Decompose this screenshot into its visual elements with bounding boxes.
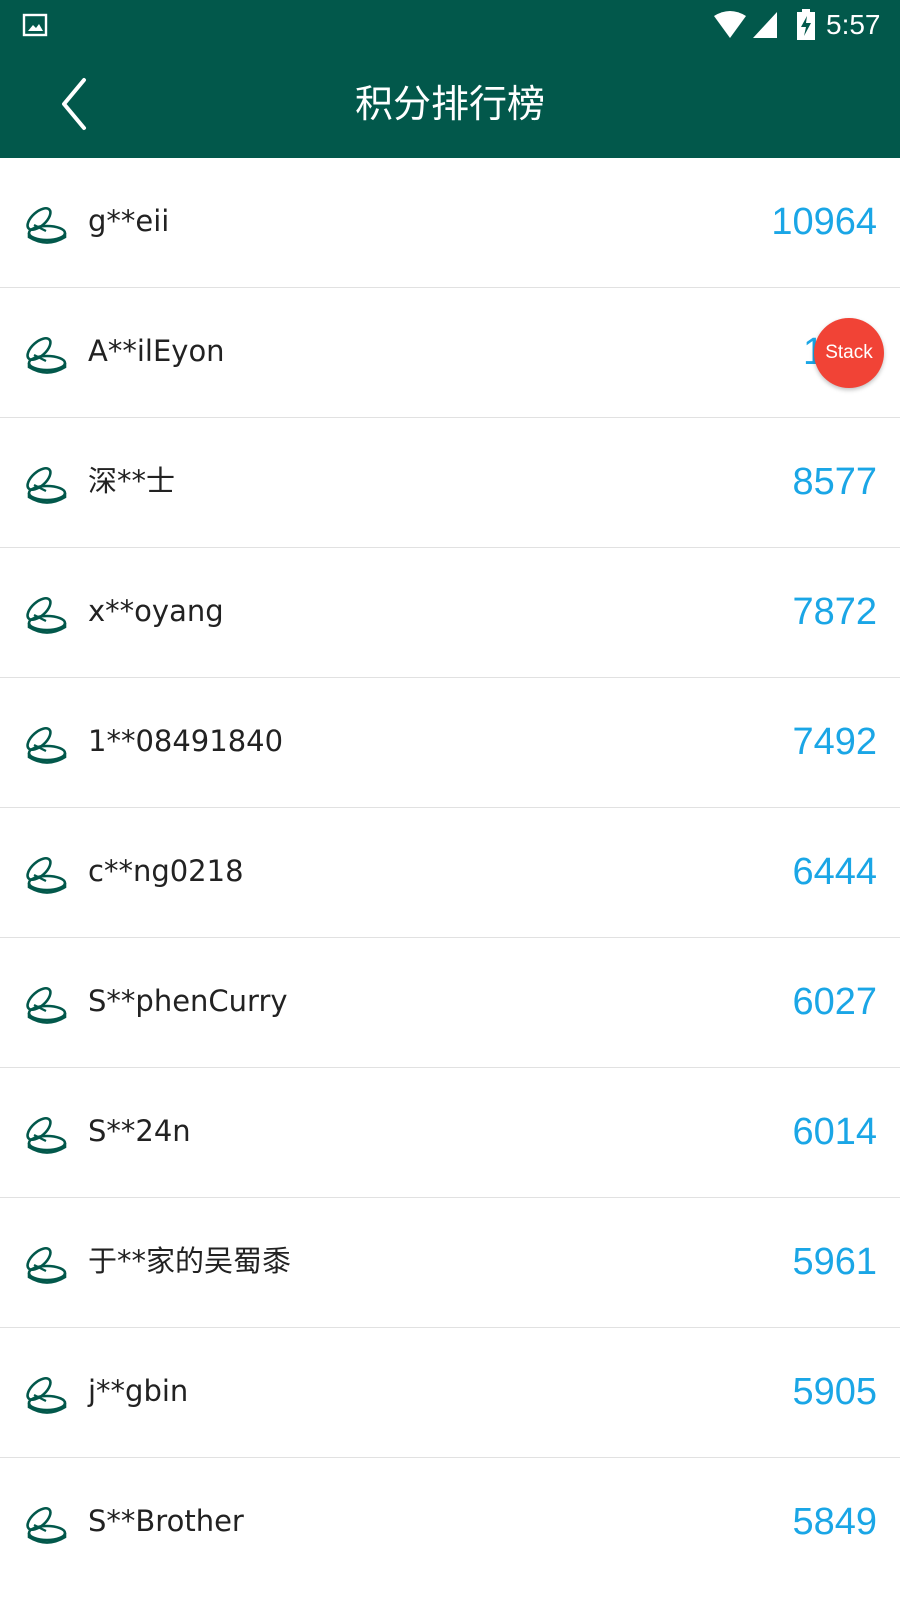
ranking-row[interactable]: 1**08491840 7492: [0, 678, 900, 808]
score-value: 8577: [792, 461, 877, 503]
ranking-row[interactable]: S**phenCurry 6027: [0, 938, 900, 1068]
score-value: 5905: [792, 1371, 877, 1413]
coins-icon: [20, 1374, 68, 1414]
coins-icon: [20, 984, 68, 1024]
coins-icon: [20, 204, 68, 244]
user-name: S**Brother: [88, 1504, 244, 1538]
user-name: 1**08491840: [88, 724, 284, 758]
user-name: x**oyang: [88, 594, 224, 628]
ranking-row[interactable]: S**Brother 5849: [0, 1458, 900, 1588]
coins-icon: [20, 854, 68, 894]
status-time: 5:57: [826, 9, 881, 40]
user-name: 于**家的吴蜀黍: [88, 1244, 292, 1278]
coins-icon: [20, 1504, 68, 1544]
ranking-row[interactable]: 于**家的吴蜀黍 5961: [0, 1198, 900, 1328]
user-name: A**ilEyon: [88, 334, 225, 368]
user-name: S**phenCurry: [88, 984, 288, 1018]
coins-icon: [20, 334, 68, 374]
user-name: g**eii: [88, 204, 170, 238]
coins-icon: [20, 1114, 68, 1154]
signal-icon: [753, 12, 777, 38]
ranking-row[interactable]: S**24n 6014: [0, 1068, 900, 1198]
ranking-row[interactable]: j**gbin 5905: [0, 1328, 900, 1458]
page-title: 积分排行榜: [354, 82, 545, 126]
user-name: c**ng0218: [88, 854, 244, 888]
coins-icon: [20, 1244, 68, 1284]
wifi-icon: [714, 11, 746, 38]
gallery-icon: [22, 13, 48, 37]
score-value: 5849: [792, 1501, 877, 1543]
score-value: 7492: [792, 721, 877, 763]
ranking-row[interactable]: A**ilEyon1 5: [0, 288, 900, 418]
coins-icon: [20, 594, 68, 634]
battery-charging-icon: [797, 9, 815, 40]
coins-icon: [20, 724, 68, 764]
score-value: 6014: [792, 1111, 877, 1153]
user-name: S**24n: [88, 1114, 191, 1148]
ranking-row[interactable]: c**ng0218 6444: [0, 808, 900, 938]
ranking-row[interactable]: x**oyang 7872: [0, 548, 900, 678]
score-value: 10964: [771, 201, 877, 243]
ranking-list: g**eii 10964 A**ilEyon1 5 深**士 8577 x**oyang 7…: [0, 158, 900, 1588]
app-bar: 积分排行榜: [0, 50, 900, 158]
coins-icon: [20, 464, 68, 504]
score-value: 6027: [792, 981, 877, 1023]
ranking-row[interactable]: 深**士 8577: [0, 418, 900, 548]
score-value: 7872: [792, 591, 877, 633]
user-name: j**gbin: [88, 1374, 189, 1408]
ranking-row[interactable]: g**eii 10964: [0, 158, 900, 288]
score-value: 5961: [792, 1241, 877, 1283]
status-bar: 5:57: [0, 0, 900, 50]
score-value: 6444: [792, 851, 877, 893]
user-name: 深**士: [88, 464, 176, 498]
stack-floating-badge[interactable]: Stack: [814, 318, 884, 388]
